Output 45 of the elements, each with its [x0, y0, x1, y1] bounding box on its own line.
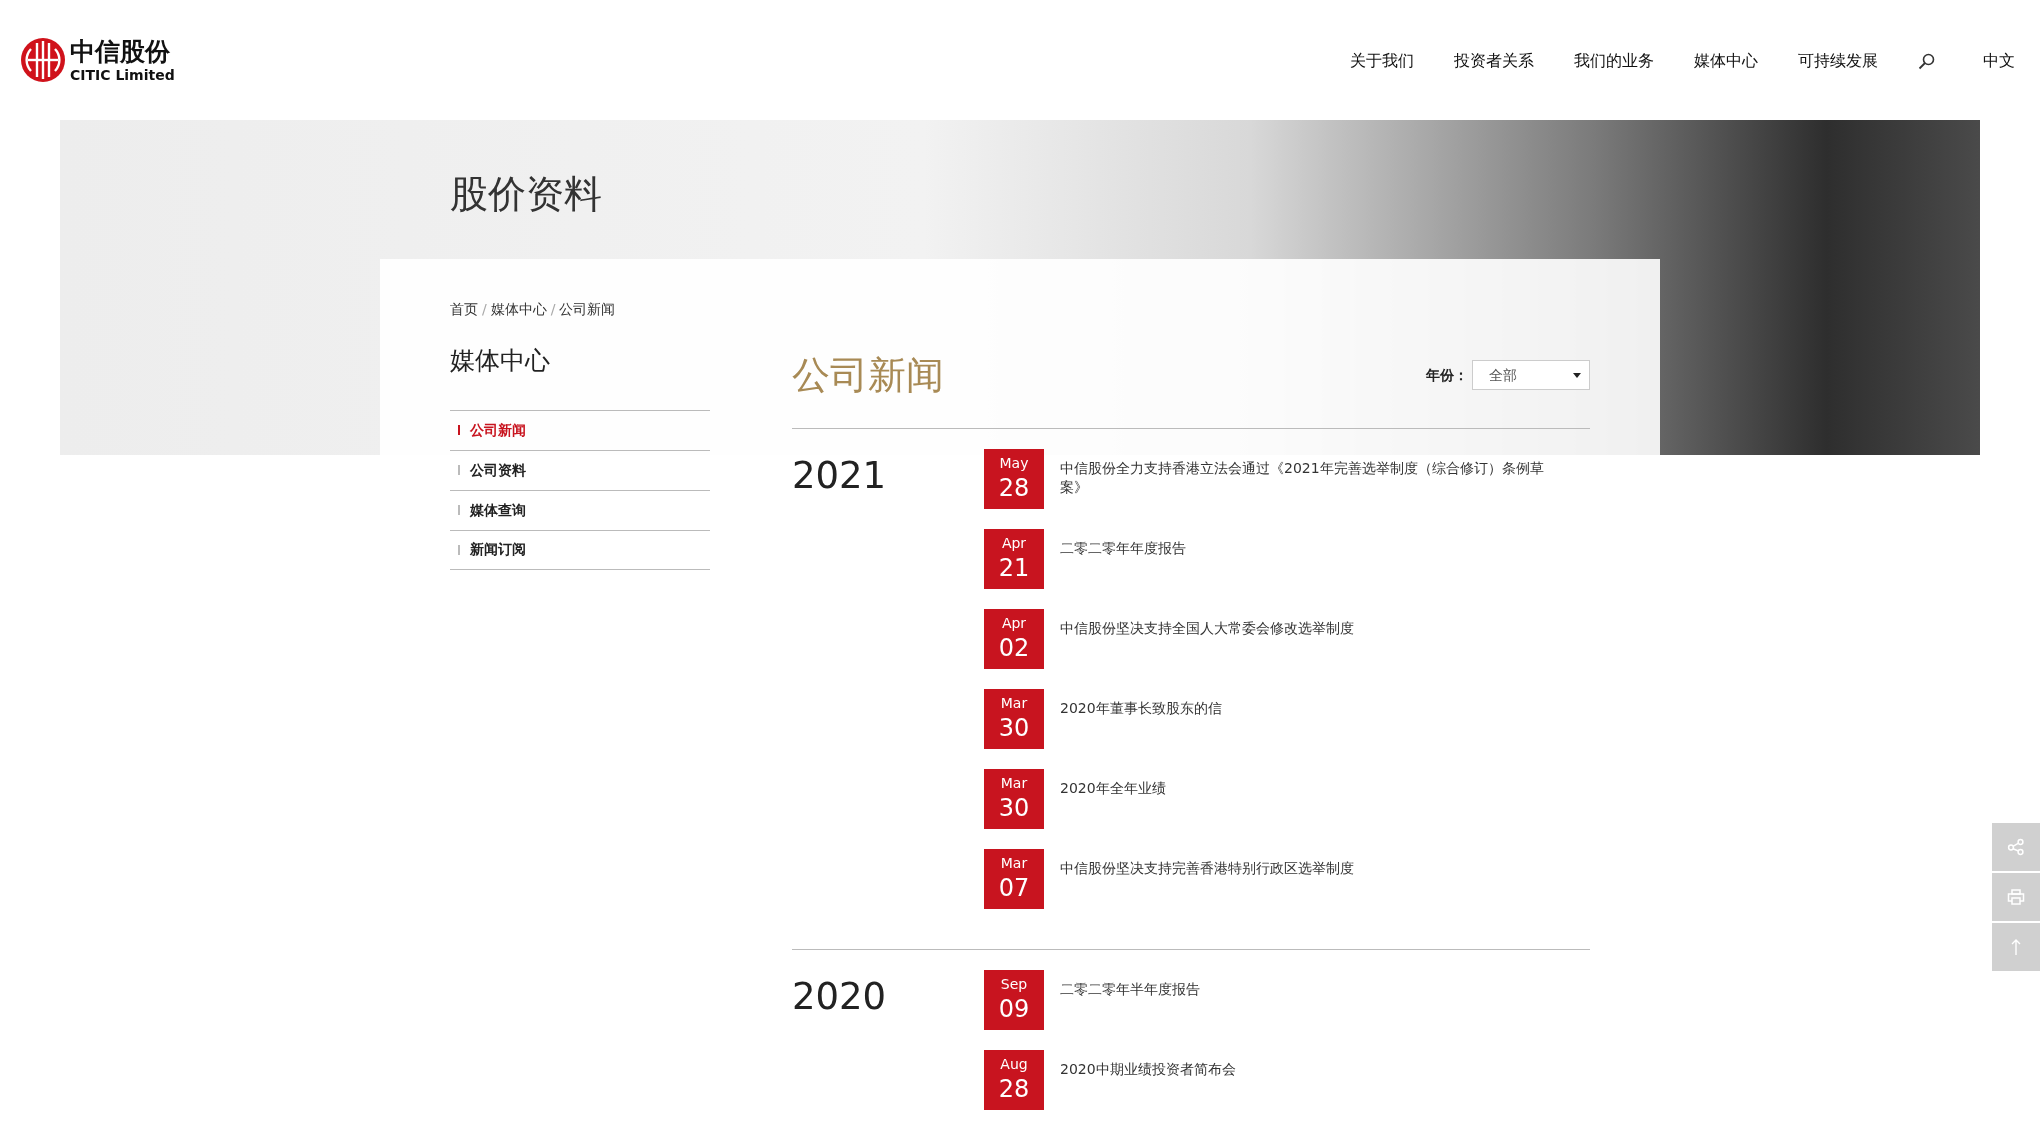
date-badge: Mar 07 [984, 849, 1044, 909]
share-icon[interactable] [1992, 823, 2040, 871]
section-title: 公司新闻 [792, 356, 944, 394]
search-icon[interactable] [1918, 52, 1935, 70]
arrow-up-icon[interactable] [1992, 923, 2040, 971]
nav-link[interactable]: 可持续发展 [1798, 49, 1878, 73]
news-link[interactable]: 中信股份坚决支持全国人大常委会修改选举制度 [1060, 619, 1560, 638]
nav-link[interactable]: 我们的业务 [1574, 49, 1654, 73]
year-heading: 2020 [792, 975, 887, 1018]
nav-link[interactable]: 媒体中心 [1694, 49, 1758, 73]
news-link[interactable]: 2020年董事长致股东的信 [1060, 699, 1560, 718]
page-title: 股价资料 [450, 172, 602, 218]
news-link[interactable]: 二零二零年年度报告 [1060, 539, 1560, 558]
breadcrumb-link[interactable]: 首页 [450, 299, 478, 320]
date-badge: Sep 09 [984, 970, 1044, 1030]
date-badge: Aug 28 [984, 1050, 1044, 1110]
sidebar-item[interactable]: 新闻订阅 [450, 529, 710, 570]
print-icon[interactable] [1992, 873, 2040, 921]
breadcrumb-separator: / [482, 300, 487, 319]
date-badge: May 28 [984, 449, 1044, 509]
logo-subtitle: CITIC Limited [70, 67, 175, 82]
breadcrumb-separator: / [550, 300, 556, 319]
date-badge: Apr 02 [984, 609, 1044, 669]
year-select[interactable]: 全部 [1472, 360, 1590, 390]
sidebar-item[interactable]: 公司资料 [450, 449, 710, 490]
nav-link[interactable]: 关于我们 [1350, 49, 1414, 73]
sidebar-item[interactable]: 媒体查询 [450, 489, 710, 530]
year-heading: 2021 [792, 454, 887, 497]
date-badge: Apr 21 [984, 529, 1044, 589]
nav-link[interactable]: 投资者关系 [1454, 49, 1534, 73]
language-link[interactable]: 中文 [1983, 49, 2015, 73]
sidebar-item[interactable]: 公司新闻 [450, 409, 710, 450]
news-link[interactable]: 2020年全年业绩 [1060, 779, 1560, 798]
breadcrumb-link[interactable]: 公司新闻 [559, 299, 616, 320]
news-link[interactable]: 2020中期业绩投资者简布会 [1060, 1060, 1560, 1079]
logo-icon [20, 37, 66, 83]
date-badge: Mar 30 [984, 689, 1044, 749]
news-link[interactable]: 二零二零年半年度报告 [1060, 980, 1560, 999]
logo-name: 中信股份 [70, 38, 171, 64]
news-link[interactable]: 中信股份坚决支持完善香港特别行政区选举制度 [1060, 859, 1560, 878]
sidebar-title: 媒体中心 [450, 345, 550, 377]
news-link[interactable]: 中信股份全力支持香港立法会通过《2021年完善选举制度（综合修订）条例草案》 [1060, 459, 1560, 497]
date-badge: Mar 30 [984, 769, 1044, 829]
year-label: 年份： [1426, 365, 1468, 385]
breadcrumb-link[interactable]: 媒体中心 [490, 299, 547, 320]
